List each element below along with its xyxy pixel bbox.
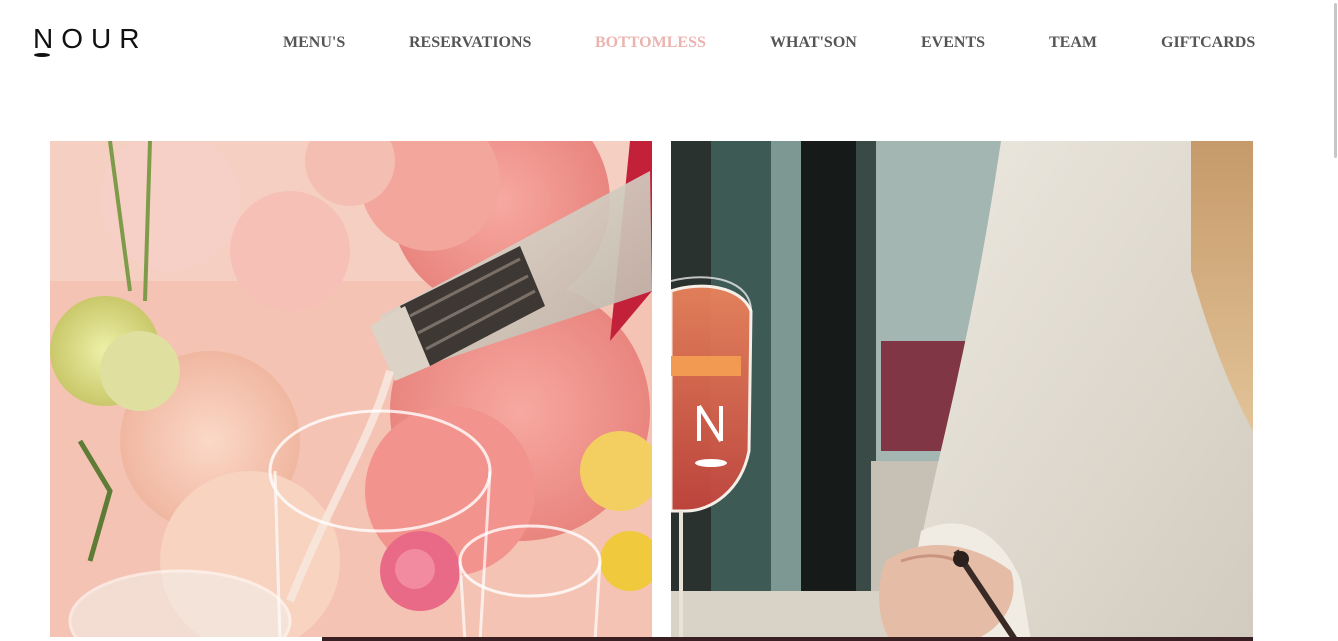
champagne-flowers-illustration bbox=[50, 141, 652, 641]
site-header: NOUR MENU'S RESERVATIONS BOTTOMLESS WHAT… bbox=[0, 0, 1338, 90]
bottom-section-edge bbox=[35, 637, 1253, 641]
gallery-photo-spritz bbox=[671, 141, 1253, 641]
gallery-photo-champagne bbox=[50, 141, 652, 641]
nav-item-reservations[interactable]: RESERVATIONS bbox=[409, 34, 531, 52]
nav-item-bottomless[interactable]: BOTTOMLESS bbox=[595, 34, 706, 52]
main-nav: MENU'S RESERVATIONS BOTTOMLESS WHAT'SON … bbox=[0, 34, 1338, 56]
bottom-edge-light bbox=[35, 637, 322, 641]
nav-item-whatson[interactable]: WHAT'SON bbox=[770, 34, 857, 52]
bottom-edge-dark bbox=[322, 637, 1253, 641]
spritz-woman-illustration bbox=[671, 141, 1253, 641]
nav-item-giftcards[interactable]: GIFTCARDS bbox=[1161, 34, 1255, 52]
nav-item-menus[interactable]: MENU'S bbox=[283, 34, 345, 52]
page-scrollbar[interactable] bbox=[1332, 0, 1338, 641]
nav-item-events[interactable]: EVENTS bbox=[921, 34, 985, 52]
scrollbar-thumb[interactable] bbox=[1334, 3, 1337, 158]
nav-item-team[interactable]: TEAM bbox=[1049, 34, 1097, 52]
